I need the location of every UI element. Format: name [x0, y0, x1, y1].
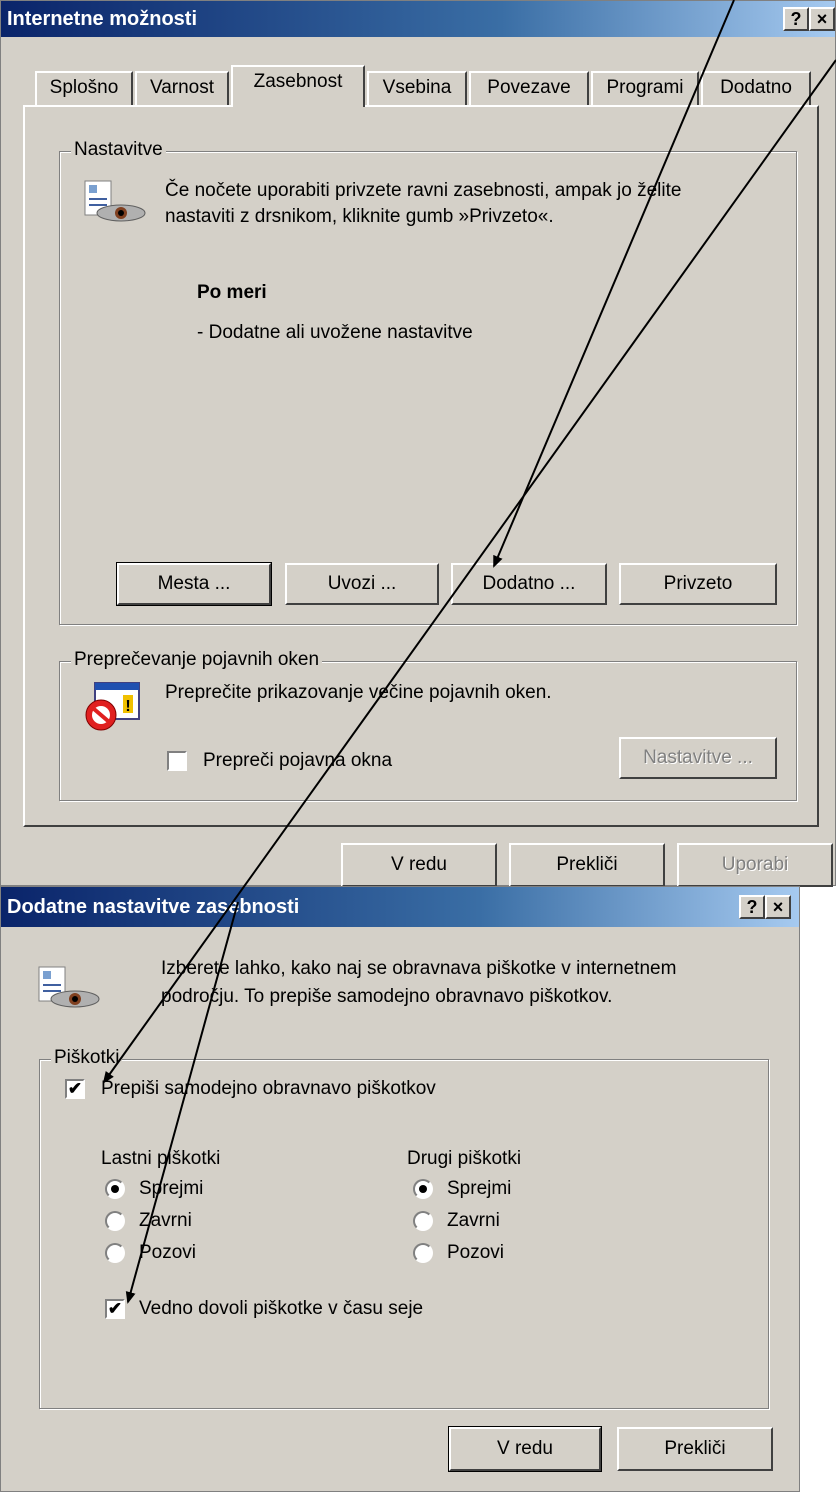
arrow-to-session-checkbox	[125, 901, 239, 1304]
arrow-to-advanced-button	[493, 0, 735, 568]
arrow-to-override-checkbox	[102, 59, 836, 1084]
annotation-arrows	[102, 0, 836, 1304]
